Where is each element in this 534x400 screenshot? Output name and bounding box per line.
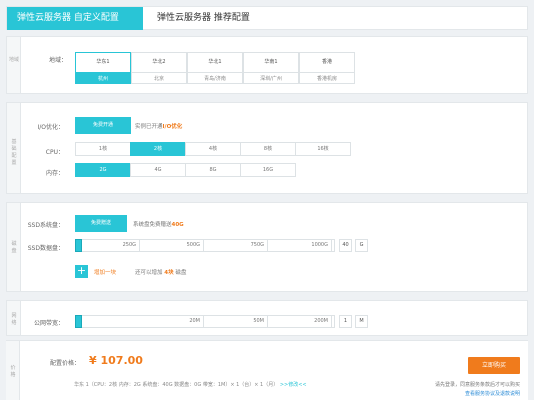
add-disk-note: 还可以增加 4块 磁盘 [135, 270, 187, 276]
region-label: 地域： [48, 57, 67, 64]
memory-option[interactable]: 2G [75, 163, 131, 177]
cpu-option[interactable]: 2核 [130, 142, 186, 156]
slider-tick: 50M [204, 316, 268, 327]
cpu-option[interactable]: 16核 [295, 142, 351, 156]
data-disk-value[interactable]: 40 [339, 239, 352, 252]
region-option[interactable]: 华东1 杭州 [75, 52, 131, 84]
slider-tick: 20M [76, 316, 204, 327]
price-bar: 价格 配置价格： ¥ 107.00 立即购买 华东 1（CPU：2核 内存：2G… [6, 340, 528, 400]
slider-tick: 750G [204, 240, 268, 251]
data-disk-label: SSD数据盘： [27, 245, 64, 252]
region-option[interactable]: 华北1 青岛/济南 [187, 52, 243, 84]
bandwidth-unit[interactable]: M [355, 315, 368, 328]
price-value: ¥ 107.00 [89, 354, 143, 367]
data-disk-slider[interactable]: 250G 500G 750G 1000G [75, 239, 335, 252]
slider-tick: 250G [76, 240, 140, 251]
region-option[interactable]: 华南1 深圳/广州 [243, 52, 299, 84]
memory-option[interactable]: 8G [185, 163, 241, 177]
memory-label: 内存： [45, 170, 64, 177]
memory-option[interactable]: 16G [240, 163, 296, 177]
region-option[interactable]: 华北2 北京 [131, 52, 187, 84]
agree-text: 请先登录，同意服务条款后才可以购买 [434, 382, 520, 388]
tab-custom-config[interactable]: 弹性云服务器 自定义配置 [7, 7, 143, 30]
config-tabs: 弹性云服务器 自定义配置 弹性云服务器 推荐配置 [6, 6, 528, 30]
modify-link[interactable]: >>修改<< [280, 382, 307, 388]
io-label: I/O优化： [37, 124, 64, 131]
slider-tick: 500G [140, 240, 204, 251]
price-side-label: 价格 [6, 341, 20, 400]
slider-tick: 1000G [268, 240, 332, 251]
region-option[interactable]: 香港 香港机房 [299, 52, 355, 84]
bandwidth-value[interactable]: 1 [339, 315, 352, 328]
bandwidth-label: 公网带宽： [33, 320, 64, 327]
slider-tick: 200M [268, 316, 332, 327]
io-enable-button[interactable]: 免费开通 [75, 117, 131, 134]
region-side-label: 地域 [7, 37, 21, 93]
terms-link[interactable]: 查看服务协议及退款说明 [465, 390, 520, 397]
buy-now-button[interactable]: 立即购买 [468, 357, 520, 374]
memory-option[interactable]: 4G [130, 163, 186, 177]
price-label: 配置价格： [49, 360, 80, 367]
config-summary: 华东 1（CPU：2核 内存：2G 系统盘：40G 数据盘：0G 带宽：1M）×… [74, 382, 307, 388]
cpu-option[interactable]: 4核 [185, 142, 241, 156]
cpu-option[interactable]: 1核 [75, 142, 131, 156]
data-disk-unit[interactable]: G [355, 239, 368, 252]
system-disk-note: 系统盘免费赠送40G [133, 222, 184, 228]
system-disk-label: SSD系统盘： [27, 222, 64, 229]
io-note: 实例已开通I/O优化 [135, 124, 183, 130]
cpu-label: CPU： [45, 149, 64, 156]
add-disk-button[interactable]: + [75, 265, 88, 278]
system-disk-button[interactable]: 免费赠送 [75, 215, 127, 232]
cpu-option[interactable]: 8核 [240, 142, 296, 156]
add-disk-label[interactable]: 增加一块 [94, 268, 116, 276]
bandwidth-slider[interactable]: 20M 50M 200M [75, 315, 335, 328]
tab-recommended-config[interactable]: 弹性云服务器 推荐配置 [147, 7, 260, 30]
